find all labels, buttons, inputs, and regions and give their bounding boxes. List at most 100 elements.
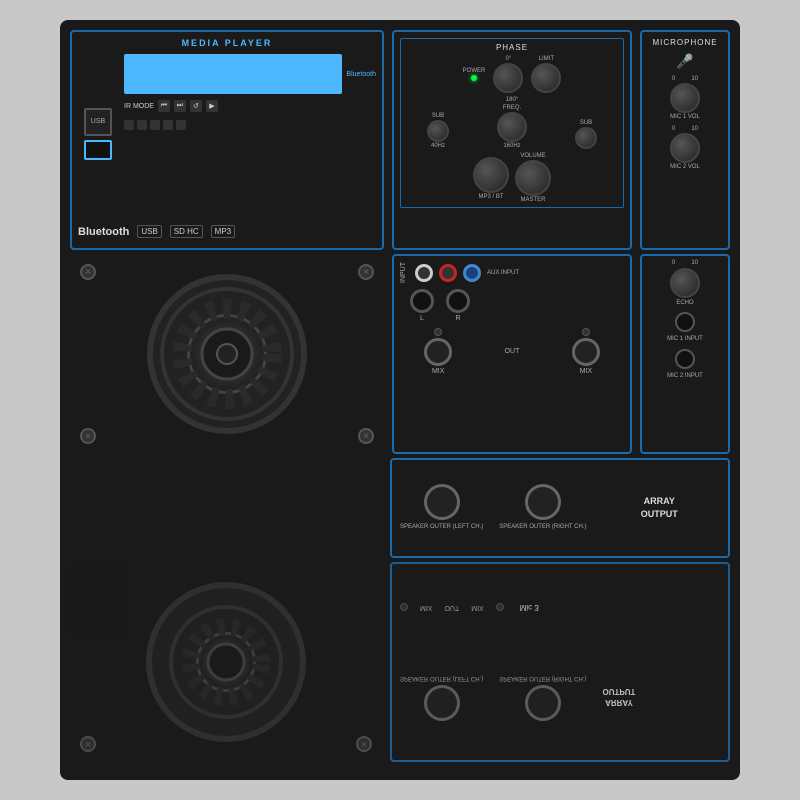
fan-panel: ✕ — [70, 254, 384, 454]
echo-knob[interactable] — [670, 268, 700, 298]
echo-scale-row: 0 10 — [670, 260, 700, 266]
prev-btn[interactable]: ⏮ — [158, 100, 170, 112]
rca-left-jack[interactable] — [415, 264, 433, 282]
rca-right-jack[interactable] — [439, 264, 457, 282]
sub-right-knob[interactable] — [575, 127, 597, 149]
preset-dot-5[interactable] — [176, 120, 186, 130]
mic2-vol-knob[interactable] — [670, 133, 700, 163]
mix-out-row: MIX OUT MIX — [400, 328, 624, 375]
mix-right-label: MIX — [580, 368, 592, 375]
bottom-mix-label-left: MIX — [420, 604, 432, 611]
trs-left-label: L — [420, 315, 424, 322]
mp3bt-knob[interactable] — [473, 157, 509, 193]
fan-outer: ✕ — [147, 274, 307, 434]
limit-wrap: LIMIT — [531, 56, 561, 93]
rca-group: AUX INPUT — [415, 264, 519, 282]
bottom-speaker2-wrap: SPEAKER OUTER (RIGHT CH.) — [499, 673, 586, 721]
phase-zero-knob[interactable] — [493, 63, 523, 93]
trs-row: L R — [400, 289, 624, 322]
bottom-speaker1-wrap: SPEAKER OUTER (LEFT CH.) — [400, 673, 483, 721]
rca-input-row: INPUT AUX INPUT — [400, 262, 624, 283]
phase-title: PHASE — [405, 43, 619, 52]
bottom-speaker1-jack[interactable] — [424, 685, 460, 721]
bottom-speaker2-jack[interactable] — [525, 685, 561, 721]
mic1-vol-knob[interactable] — [670, 83, 700, 113]
trs-right-wrap: R — [446, 289, 470, 322]
sub-left-knob[interactable] — [427, 120, 449, 142]
xlr-right-wrap: MIX — [572, 328, 600, 375]
fan-svg — [157, 284, 297, 424]
aux-label: AUX INPUT — [487, 270, 519, 276]
mic1-input-label: MIC 1 INPUT — [667, 336, 703, 343]
media-player-panel: MEDIA PLAYER USB Bluetooth IR MODE ⏮ — [70, 30, 384, 250]
speaker2-label: SPEAKER OUTER (RIGHT CH.) — [499, 524, 586, 532]
out-label: OUT — [505, 348, 520, 355]
bottom-speaker1-label: SPEAKER OUTER (LEFT CH.) — [400, 673, 483, 681]
preset-dot-2[interactable] — [137, 120, 147, 130]
mic1-input-jack[interactable] — [675, 312, 695, 332]
master-knob[interactable] — [515, 160, 551, 196]
power-knob-wrap: POWER — [463, 68, 486, 81]
phase-zero-wrap: 0° — [493, 56, 523, 93]
bottom-out-label: OUT — [444, 604, 459, 611]
mic1-vol-label: MIC 1 VOL — [670, 114, 700, 120]
sub-left-wrap: SUB 40Hz — [427, 113, 449, 149]
mic1-vol-wrap: 0 10 MIC 1 VOL — [670, 76, 700, 120]
sub-right-wrap: SUB — [575, 120, 597, 149]
mic2-input-label: MIC 2 INPUT — [667, 373, 703, 380]
speaker-section: SPEAKER OUTER (LEFT CH.) SPEAKER OUTER (… — [70, 458, 730, 558]
bottom-fan-panel: ✕ — [70, 562, 382, 762]
mix-left-label: MIX — [432, 368, 444, 375]
microphone-title: MICROPHONE — [652, 38, 717, 47]
sd-card-slot[interactable] — [84, 140, 112, 160]
ir-mode-bar: IR MODE ⏮ ⏭ ↺ ▶ — [124, 98, 376, 114]
screw-top-right — [358, 264, 374, 280]
xlr-right-jack[interactable] — [572, 338, 600, 366]
mp3bt-label: MP3 / BT — [478, 194, 503, 200]
sd-text-label: SD HC — [170, 225, 203, 238]
media-player-title: MEDIA PLAYER — [78, 38, 376, 48]
limit-knob[interactable] — [531, 63, 561, 93]
play-btn[interactable]: ▶ — [206, 100, 218, 112]
bottom-mix-dot-left — [400, 603, 408, 611]
speaker2-wrap: SPEAKER OUTER (RIGHT CH.) — [499, 484, 586, 532]
usb-port[interactable]: USB — [84, 108, 112, 136]
mic1-scale-min: 0 — [672, 76, 675, 82]
xlr-left-jack[interactable] — [424, 338, 452, 366]
microphone-panel: MICROPHONE 🎤 0 10 MIC 1 VOL 0 10 MIC 2 V… — [640, 30, 730, 250]
usb-sd-area: USB — [78, 54, 118, 213]
preset-dot-3[interactable] — [150, 120, 160, 130]
volume-label: VOLUME — [520, 153, 545, 159]
bluetooth-badge: Bluetooth — [346, 71, 376, 78]
usb-port-label: USB — [91, 118, 105, 125]
master-wrap: VOLUME MASTER — [515, 153, 551, 203]
speaker1-label: SPEAKER OUTER (LEFT CH.) — [400, 524, 483, 532]
trs-right-jack[interactable] — [446, 289, 470, 313]
freq-wrap: FREQ. 160Hz — [497, 105, 527, 149]
freq-knob[interactable] — [497, 112, 527, 142]
bottom-section: ✕ SPEAKER OUTER (LEFT CH.) SPEAKER OUTER… — [70, 562, 730, 762]
speaker2-jack[interactable] — [525, 484, 561, 520]
array-output-wrap: ARRAY OUTPUT — [598, 495, 720, 520]
xlr-left-wrap: MIX — [424, 328, 452, 375]
speaker1-jack[interactable] — [424, 484, 460, 520]
speaker-output-panel: SPEAKER OUTER (LEFT CH.) SPEAKER OUTER (… — [390, 458, 730, 558]
repeat-btn[interactable]: ↺ — [190, 100, 202, 112]
next-btn[interactable]: ⏭ — [174, 100, 186, 112]
top-section: MEDIA PLAYER USB Bluetooth IR MODE ⏮ — [70, 30, 730, 250]
speaker-jacks-row: SPEAKER OUTER (LEFT CH.) SPEAKER OUTER (… — [400, 484, 586, 532]
array-output-label: ARRAY OUTPUT — [641, 495, 678, 520]
bottom-io-panel: SPEAKER OUTER (LEFT CH.) SPEAKER OUTER (… — [390, 562, 730, 762]
display-area: Bluetooth IR MODE ⏮ ⏭ ↺ ▶ — [124, 54, 376, 213]
preset-dot-1[interactable] — [124, 120, 134, 130]
mic2-input-jack[interactable] — [675, 349, 695, 369]
trs-left-jack[interactable] — [410, 289, 434, 313]
echo-section: 0 10 ECHO — [670, 260, 700, 306]
bottom-speaker-row: SPEAKER OUTER (LEFT CH.) SPEAKER OUTER (… — [400, 673, 720, 721]
preset-dot-4[interactable] — [163, 120, 173, 130]
echo-scale-min: 0 — [672, 260, 675, 266]
bottom-mix-dot-right — [496, 603, 504, 611]
bottom-fan-outer: ✕ — [146, 582, 306, 742]
aux-jack[interactable] — [463, 264, 481, 282]
microphone-icon: 🎤 — [676, 53, 693, 70]
